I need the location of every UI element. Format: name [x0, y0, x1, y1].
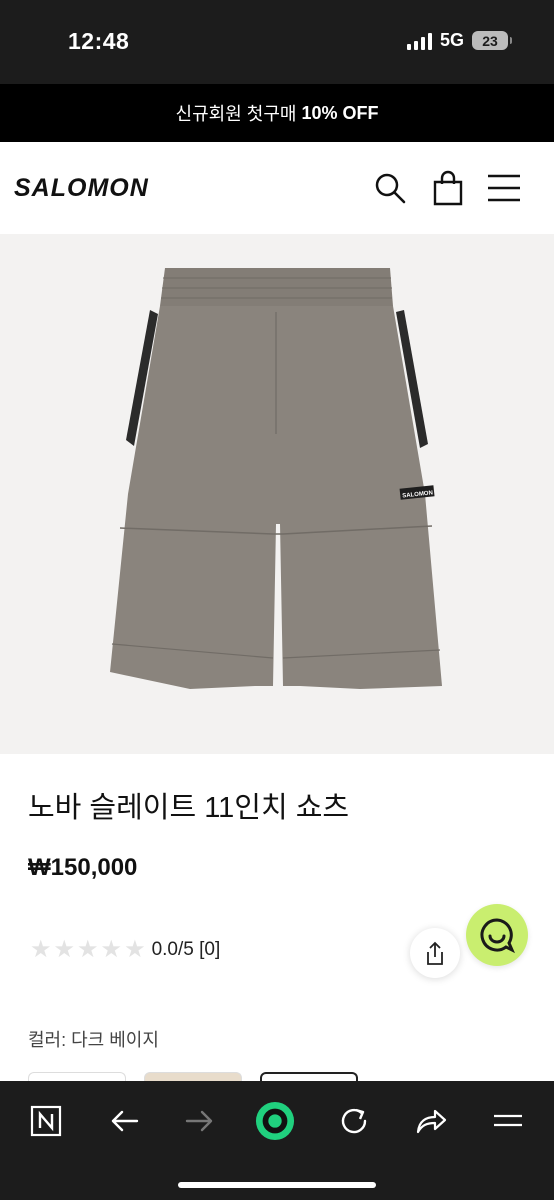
- promo-banner[interactable]: 신규회원 첫구매 10% OFF: [0, 84, 554, 142]
- share-button[interactable]: [410, 928, 460, 978]
- status-time: 12:48: [68, 28, 130, 54]
- product-price: ₩150,000: [28, 854, 138, 881]
- battery-icon: 23: [472, 31, 512, 50]
- share-arrow-icon[interactable]: [411, 1101, 451, 1141]
- signal-icon: [406, 32, 432, 50]
- home-indicator[interactable]: [178, 1182, 376, 1188]
- chat-button[interactable]: [466, 904, 528, 966]
- share-icon: [427, 941, 443, 965]
- network-label: 5G: [439, 30, 464, 50]
- rating-row[interactable]: ★ ★ ★ ★ ★ 0.0/5 [0]: [30, 938, 220, 962]
- menu-icon[interactable]: [486, 170, 522, 206]
- promo-discount: 10% OFF: [301, 102, 379, 123]
- green-dot-icon[interactable]: [255, 1101, 295, 1141]
- site-header: SALOMON: [0, 142, 554, 234]
- product-image[interactable]: SALOMON: [0, 234, 554, 754]
- back-arrow-icon[interactable]: [104, 1101, 144, 1141]
- chat-icon: [480, 918, 515, 954]
- status-indicators: 5G 23: [406, 30, 512, 51]
- product-title: 노바 슬레이트 11인치 쇼츠: [28, 792, 350, 824]
- status-bar: 12:48 5G 23: [0, 0, 554, 84]
- star-icon: ★: [30, 936, 52, 963]
- naver-n-icon[interactable]: [26, 1101, 66, 1141]
- refresh-icon[interactable]: [334, 1101, 374, 1141]
- star-icon: ★: [53, 936, 76, 963]
- browser-toolbar: [0, 1081, 554, 1200]
- promo-text: 신규회원 첫구매: [175, 104, 302, 124]
- forward-arrow-icon: [180, 1101, 220, 1141]
- star-icon: ★: [124, 936, 146, 963]
- rating-text: 0.0/5 [0]: [151, 939, 221, 960]
- salomon-logo[interactable]: SALOMON: [14, 174, 149, 203]
- shopping-bag-icon[interactable]: [430, 170, 466, 206]
- star-icon: ★: [77, 936, 99, 963]
- search-icon[interactable]: [372, 170, 408, 206]
- menu-icon[interactable]: [488, 1101, 528, 1141]
- color-label: 컬러: 다크 베이지: [28, 1030, 159, 1050]
- star-icon: ★: [100, 936, 123, 963]
- shorts-illustration: SALOMON: [110, 268, 442, 689]
